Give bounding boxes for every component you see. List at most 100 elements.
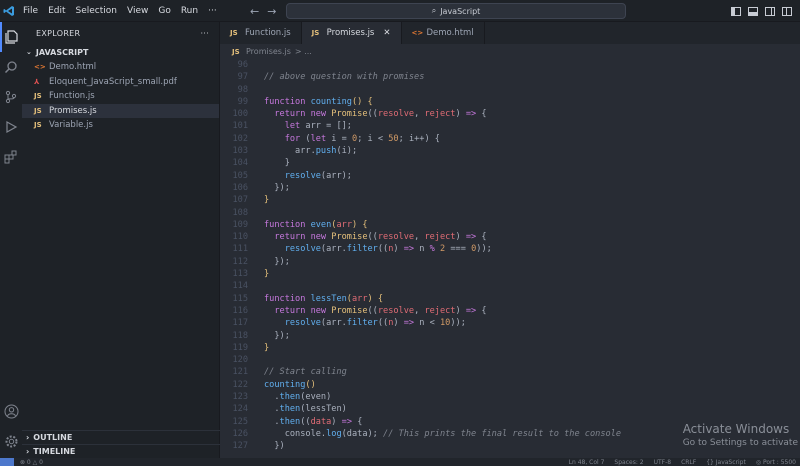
- navigation-arrows: ← →: [250, 0, 276, 22]
- code-token: (i);: [336, 146, 358, 157]
- code-text: return new Promise((resolve, reject) => …: [248, 108, 487, 120]
- account-icon[interactable]: [0, 396, 22, 426]
- activity-bar: [0, 22, 22, 458]
- code-token: =>: [465, 232, 477, 243]
- code-line: 120: [220, 354, 800, 366]
- tab-demo-html[interactable]: <> Demo.html: [402, 22, 485, 44]
- code-token: function: [264, 96, 311, 107]
- file-item[interactable]: JS Function.js: [22, 89, 219, 104]
- code-token: {: [476, 109, 487, 120]
- code-line: 98: [220, 84, 800, 96]
- file-item[interactable]: <> Demo.html: [22, 60, 219, 75]
- js-icon: JS: [311, 29, 320, 37]
- code-token: }: [264, 158, 290, 169]
- code-line: 122 counting(): [220, 379, 800, 391]
- code-token: });: [264, 330, 290, 341]
- menu-item-go[interactable]: Go: [153, 0, 175, 22]
- status-item[interactable]: Ln 48, Col 7: [569, 459, 605, 466]
- search-icon: ⌕: [431, 6, 437, 15]
- status-item[interactable]: Spaces: 2: [614, 459, 643, 466]
- toggle-panel-icon[interactable]: [748, 6, 758, 16]
- menu-item-selection[interactable]: Selection: [71, 0, 122, 22]
- explorer-icon[interactable]: [0, 22, 22, 52]
- breadcrumb-rest[interactable]: > ...: [295, 47, 312, 56]
- code-editor[interactable]: 96 97// above question with promises 98 99 f…: [220, 59, 800, 458]
- line-number: 116: [232, 305, 248, 316]
- toggle-secondary-sidebar-icon[interactable]: [765, 6, 775, 16]
- menu-item-more[interactable]: ···: [203, 0, 222, 22]
- code-token: {: [476, 305, 487, 316]
- toggle-sidebar-icon[interactable]: [731, 6, 741, 16]
- menu-item-file[interactable]: File: [18, 0, 43, 22]
- code-token: Promise: [331, 109, 368, 120]
- code-token: Promise: [331, 305, 368, 316]
- source-control-icon[interactable]: [0, 82, 22, 112]
- status-item[interactable]: ◎ Port : 5500: [756, 459, 796, 466]
- code-text: return new Promise((resolve, reject) => …: [248, 231, 486, 243]
- file-item[interactable]: JS Variable.js: [22, 118, 219, 133]
- remote-indicator[interactable]: [0, 458, 14, 466]
- close-icon[interactable]: ✕: [383, 28, 390, 38]
- code-token: // This prints the final result to the c…: [383, 428, 622, 439]
- timeline-section[interactable]: › TIMELINE: [22, 444, 220, 458]
- status-item[interactable]: UTF-8: [654, 459, 672, 466]
- editor-tabs: JS Function.js JS Promises.js ✕ <> Demo.html: [220, 22, 800, 44]
- code-token: filter: [346, 244, 378, 255]
- more-actions-icon[interactable]: ···: [200, 29, 209, 38]
- code-token: .: [264, 404, 280, 415]
- line-number: 103: [232, 146, 248, 157]
- line-number: 101: [232, 121, 248, 132]
- chevron-right-icon: ›: [26, 433, 30, 442]
- settings-gear-icon[interactable]: [0, 426, 22, 456]
- menu-item-edit[interactable]: Edit: [43, 0, 70, 22]
- code-token: }: [264, 269, 270, 280]
- file-item[interactable]: ⅄ Eloquent_JavaScript_small.pdf: [22, 75, 219, 90]
- tab-function-js[interactable]: JS Function.js: [220, 22, 302, 44]
- code-text: arr.push(i);: [248, 145, 357, 157]
- customize-layout-icon[interactable]: [782, 6, 792, 16]
- back-arrow-icon[interactable]: ←: [250, 5, 259, 18]
- line-number: 98: [237, 84, 248, 95]
- code-token: resolve: [377, 109, 415, 120]
- command-center-search[interactable]: ⌕ JavaScript: [286, 3, 626, 19]
- code-token: Promise: [331, 232, 368, 243]
- code-token: ; i++) {: [398, 133, 440, 144]
- code-line: 109 function even(arr) {: [220, 219, 800, 231]
- code-token: ): [331, 416, 342, 427]
- activate-windows-watermark: Activate Windows Go to Settings to activ…: [683, 422, 798, 448]
- code-token: (data);: [341, 428, 384, 439]
- tab-label: Demo.html: [426, 28, 474, 38]
- code-token: (): [305, 379, 316, 390]
- code-line: 102 for (let i = 0; i < 50; i++) {: [220, 133, 800, 145]
- code-text: .then(even): [248, 391, 331, 403]
- code-token: }: [264, 195, 270, 206]
- search-view-icon[interactable]: [0, 52, 22, 82]
- menu-item-view[interactable]: View: [122, 0, 153, 22]
- forward-arrow-icon[interactable]: →: [267, 5, 276, 18]
- code-token: resolve: [377, 232, 415, 243]
- folder-javascript[interactable]: ⌄ JAVASCRIPT: [22, 44, 219, 60]
- breadcrumb-file[interactable]: Promises.js: [246, 47, 291, 56]
- extensions-icon[interactable]: [0, 142, 22, 172]
- status-item[interactable]: CRLF: [681, 459, 696, 466]
- status-bar: ⊗ 0 △ 0 Ln 48, Col 7 Spaces: 2 UTF-8 CRLF {}…: [0, 458, 800, 466]
- code-token: then: [279, 404, 301, 415]
- code-line: 113}: [220, 268, 800, 280]
- code-line: 117 resolve(arr.filter((n) => n < 10));: [220, 317, 800, 329]
- outline-section[interactable]: › OUTLINE: [22, 430, 220, 444]
- problems-count[interactable]: ⊗ 0 △ 0: [20, 459, 43, 466]
- tab-promises-js[interactable]: JS Promises.js ✕: [301, 22, 402, 44]
- code-text: });: [248, 182, 290, 194]
- menu-item-run[interactable]: Run: [176, 0, 203, 22]
- status-item[interactable]: {} JavaScript: [706, 459, 746, 466]
- file-name: Variable.js: [49, 120, 93, 131]
- code-text: .then((data) => {: [248, 416, 362, 428]
- code-token: ((: [300, 416, 311, 427]
- code-token: log: [326, 428, 342, 439]
- activate-subtitle: Go to Settings to activate: [682, 438, 798, 448]
- file-item[interactable]: JS Promises.js: [22, 103, 219, 118]
- run-debug-icon[interactable]: [0, 112, 22, 142]
